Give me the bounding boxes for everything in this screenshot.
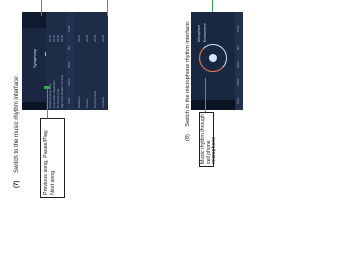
- mic-phone-screenshot: Microphone Environment: [191, 12, 235, 110]
- leader-line: [41, 0, 42, 16]
- mic-phone-dock: Color Scene Music Mic Timer: [235, 12, 243, 110]
- song-time: 02:30: [85, 35, 89, 42]
- dock-label-music[interactable]: Music: [68, 61, 71, 68]
- song-row[interactable]: Rhythm Heart: [93, 91, 97, 108]
- dock-label-mic[interactable]: Mic: [237, 46, 240, 50]
- dock-label-timer[interactable]: Timer: [68, 25, 71, 32]
- dock-label-music[interactable]: Music: [237, 61, 240, 68]
- step7-caption: (7) Switch to the music rhythm interface…: [14, 75, 20, 188]
- callout-text: Music rhythm through cell phone micropho…: [200, 114, 218, 164]
- song-row[interactable]: Night with Golden Phoenix: [60, 75, 64, 108]
- leader-line: [47, 88, 48, 118]
- option-environment[interactable]: Environment: [203, 23, 207, 42]
- callout-playback-controls: Previous song, Pause/Play, Next song: [40, 118, 65, 198]
- song-row[interactable]: Treasure: [101, 97, 105, 108]
- dock-label-scene[interactable]: Scene: [68, 79, 71, 86]
- microphone-icon[interactable]: [209, 54, 217, 62]
- song-time: 03:05: [101, 35, 105, 42]
- leader-line: [107, 0, 108, 16]
- song-time: 02:59: [93, 35, 97, 42]
- dock-label-mic[interactable]: Mic: [68, 46, 71, 50]
- step7-number: (7): [14, 180, 20, 188]
- dock-label-timer[interactable]: Timer: [237, 25, 240, 32]
- step7-text: Switch to the music rhythm interface:: [14, 74, 20, 173]
- song-time: 03:45: [60, 35, 64, 42]
- song-row[interactable]: Forever: [85, 98, 89, 108]
- dock-label-scene[interactable]: Scene: [237, 79, 240, 86]
- step8-number: (8): [185, 134, 191, 141]
- leader-line: [212, 0, 213, 12]
- dock-label-color[interactable]: Color: [68, 98, 71, 104]
- phone-control-bar: [191, 100, 235, 110]
- leader-arrowhead: [44, 86, 50, 89]
- song-time: 04:20: [77, 35, 81, 42]
- leader-line: [205, 78, 206, 112]
- callout-microphone-rhythm: Music rhythm through cell phone micropho…: [199, 112, 217, 167]
- music-phone-dock: Color Scene Music Mic Timer: [66, 12, 74, 110]
- song-rows: Dream Chaser Amy Love Letter Daydream Bo…: [46, 12, 66, 110]
- song-rows-more: Evidence Forever Rhythm Heart Treasure 0…: [74, 12, 108, 110]
- playlist-title: Symphony: [32, 49, 37, 68]
- song-row[interactable]: Evidence: [77, 96, 81, 108]
- callout-text: Previous song, Pause/Play, Next song: [43, 129, 56, 195]
- dock-label-color[interactable]: Color: [237, 98, 240, 104]
- option-microphone[interactable]: Microphone: [197, 25, 201, 42]
